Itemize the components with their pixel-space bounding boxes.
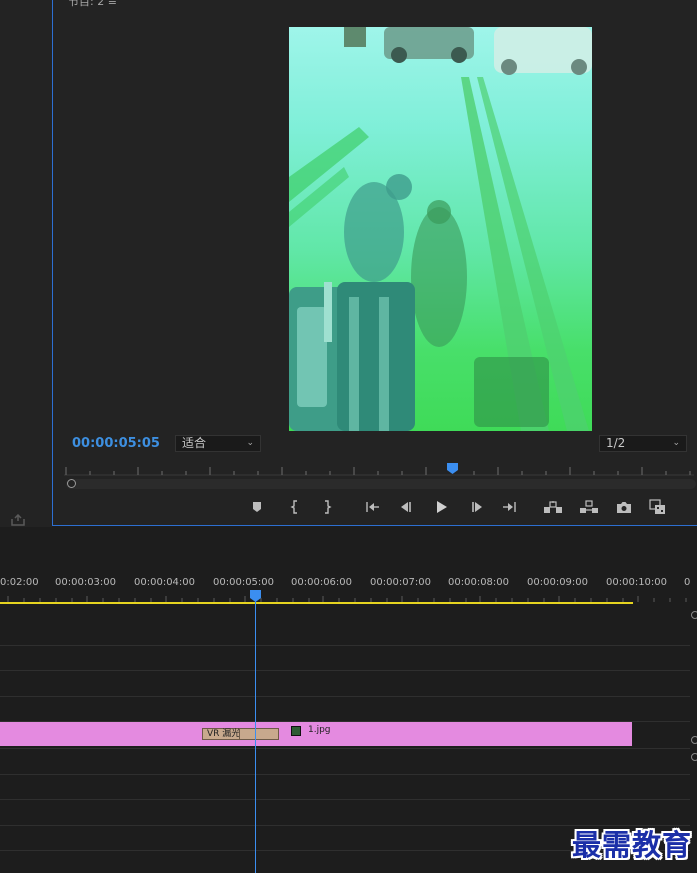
go-to-out-icon bbox=[503, 502, 516, 512]
ruler-label: 00:00:10:00 bbox=[606, 577, 668, 588]
ruler-label: 00:00:06:00 bbox=[291, 577, 353, 588]
timeline-playhead[interactable] bbox=[250, 590, 261, 602]
video-preview-frame bbox=[289, 27, 592, 431]
step-forward-icon bbox=[472, 502, 482, 512]
go-to-out-button[interactable] bbox=[499, 497, 521, 517]
add-marker-button[interactable] bbox=[246, 497, 268, 517]
extract-icon bbox=[580, 500, 598, 513]
monitor-tab-title[interactable]: 节目: 2 ≡ bbox=[68, 0, 117, 9]
track-divider bbox=[0, 670, 690, 671]
step-forward-button[interactable] bbox=[466, 497, 488, 517]
mark-in-icon bbox=[290, 500, 297, 514]
fit-zoom-select[interactable]: 适合 ⌄ bbox=[175, 435, 261, 452]
track-divider bbox=[0, 748, 690, 749]
ruler-label: 00:00:08:00 bbox=[448, 577, 510, 588]
fit-zoom-value: 适合 bbox=[182, 436, 207, 450]
current-timecode[interactable]: 00:00:05:05 bbox=[72, 436, 160, 451]
vertical-zoom-handle[interactable] bbox=[691, 736, 697, 744]
playback-resolution-select[interactable]: 1/2 ⌄ bbox=[599, 435, 687, 452]
track-divider bbox=[0, 774, 690, 775]
play-button[interactable] bbox=[430, 497, 452, 517]
monitor-zoom-scrollbar[interactable] bbox=[66, 479, 696, 489]
marker-icon bbox=[253, 502, 261, 512]
compare-icon bbox=[649, 499, 665, 514]
chevron-down-icon: ⌄ bbox=[672, 438, 680, 448]
ruler-label: 00:00:03:00 bbox=[55, 577, 117, 588]
ruler-label: 00:00:07:00 bbox=[370, 577, 432, 588]
resolution-value: 1/2 bbox=[606, 436, 626, 450]
monitor-time-ruler[interactable] bbox=[64, 463, 694, 477]
ruler-label: 00:00:04:00 bbox=[134, 577, 196, 588]
go-to-in-button[interactable] bbox=[361, 497, 383, 517]
vertical-zoom-handle[interactable] bbox=[691, 753, 697, 761]
extract-button[interactable] bbox=[578, 497, 600, 517]
comparison-view-button[interactable] bbox=[647, 497, 669, 517]
transition-cut-line bbox=[239, 728, 240, 740]
mark-in-button[interactable] bbox=[284, 497, 306, 517]
go-to-in-icon bbox=[366, 502, 379, 512]
ruler-label: 00:00:05:00 bbox=[213, 577, 275, 588]
export-frame-button[interactable] bbox=[613, 497, 635, 517]
left-panel-strip bbox=[0, 0, 52, 527]
mark-out-button[interactable] bbox=[316, 497, 338, 517]
export-icon[interactable] bbox=[11, 511, 25, 526]
lift-icon bbox=[544, 501, 562, 513]
transition-name: VR 漏光 bbox=[207, 729, 241, 739]
transition-effect[interactable]: VR 漏光 bbox=[202, 728, 279, 740]
play-icon bbox=[437, 501, 447, 513]
track-divider bbox=[0, 799, 690, 800]
ruler-label: 0 bbox=[684, 577, 691, 588]
ruler-label: 00:00:09:00 bbox=[527, 577, 589, 588]
video-preview-image bbox=[289, 27, 592, 431]
track-divider bbox=[0, 645, 690, 646]
zoom-scroll-handle[interactable] bbox=[67, 479, 76, 488]
step-back-icon bbox=[401, 502, 411, 512]
track-divider bbox=[0, 696, 690, 697]
lift-button[interactable] bbox=[542, 497, 564, 517]
vertical-zoom-handle[interactable] bbox=[691, 611, 697, 619]
clip-name: 1.jpg bbox=[308, 725, 331, 735]
fx-badge-icon bbox=[291, 726, 301, 736]
chevron-down-icon: ⌄ bbox=[246, 438, 254, 448]
timeline-playhead-line[interactable] bbox=[255, 598, 256, 873]
camera-icon bbox=[617, 501, 631, 513]
monitor-playhead[interactable] bbox=[447, 463, 458, 474]
mark-out-icon bbox=[325, 500, 332, 514]
ruler-label: 0:02:00 bbox=[0, 577, 39, 588]
step-back-button[interactable] bbox=[395, 497, 417, 517]
watermark-logo: 最需教育 bbox=[572, 828, 693, 862]
work-area-bar[interactable] bbox=[0, 602, 633, 604]
